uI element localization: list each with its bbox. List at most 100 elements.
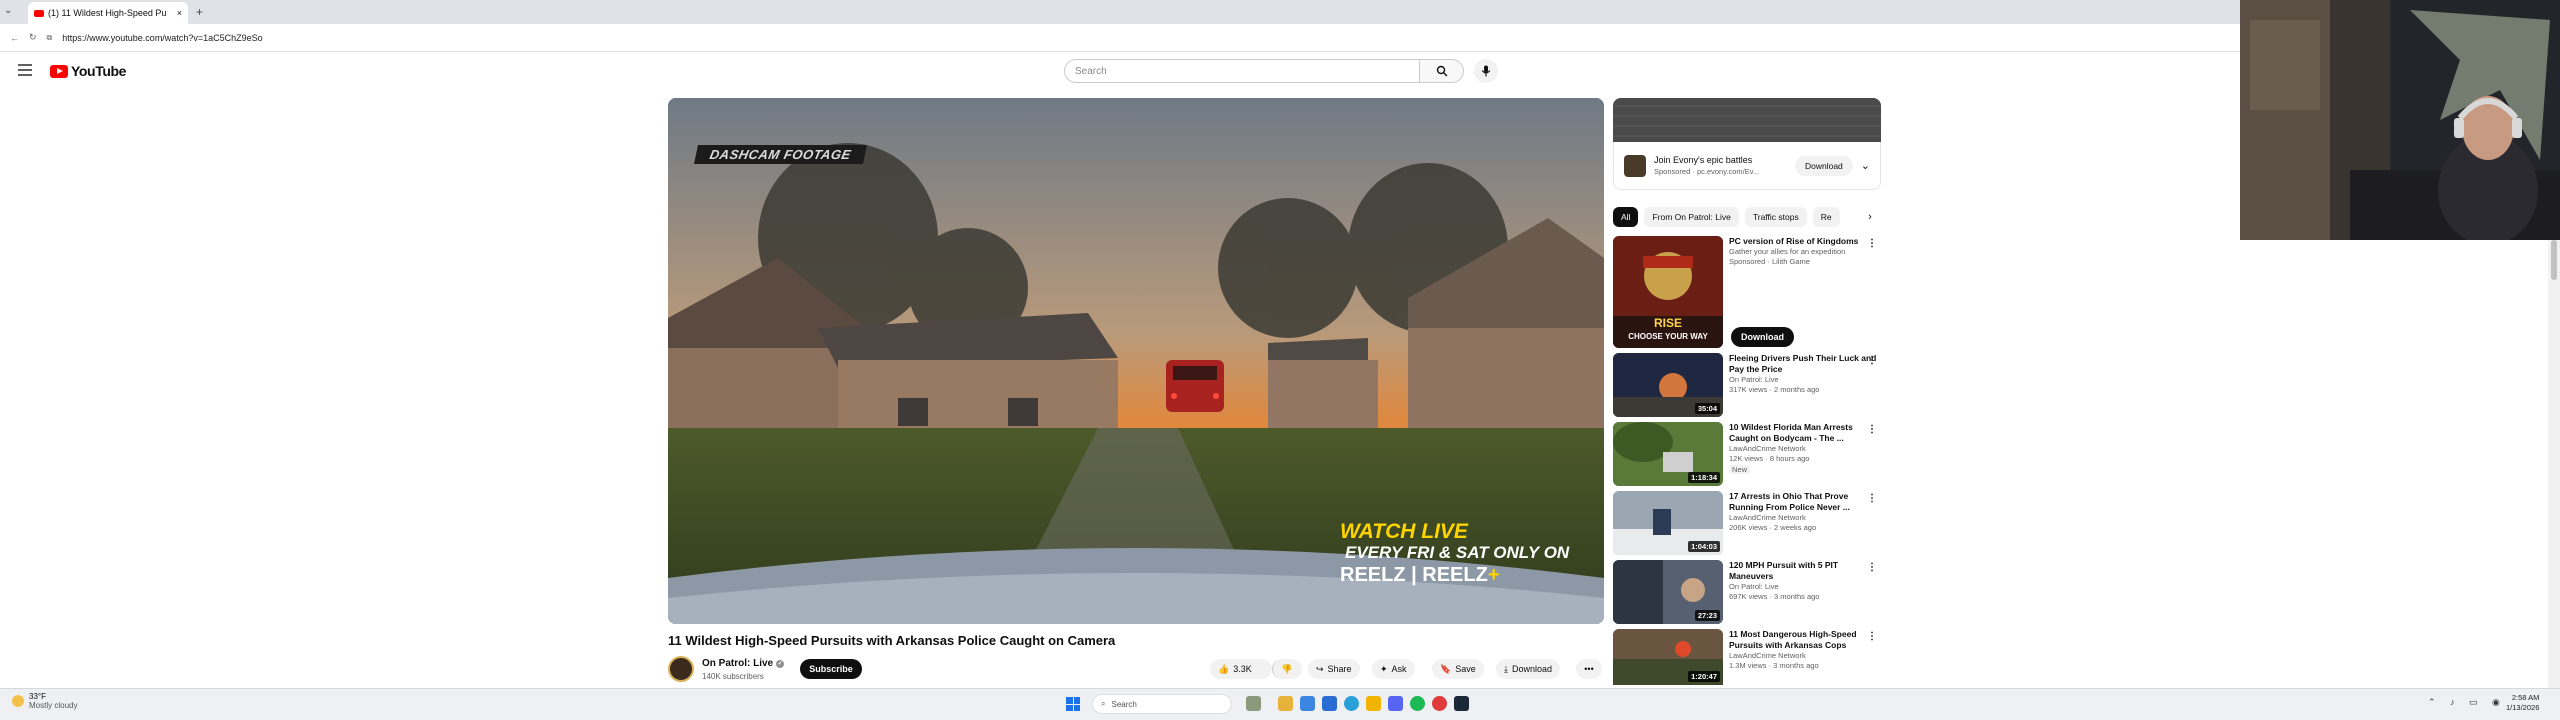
video-info: 17 Arrests in Ohio That Prove Running Fr… (1729, 491, 1881, 555)
url-field[interactable]: https://www.youtube.com/watch?v=1aC5ChZ9… (62, 33, 262, 43)
youtube-play-icon (50, 64, 68, 78)
scrollbar-thumb[interactable] (2551, 240, 2557, 280)
download-icon: ⤓ (1504, 663, 1508, 674)
video-thumbnail: 35:04 (1613, 353, 1723, 417)
tab-title: (1) 11 Wildest High-Speed Pu (48, 8, 167, 18)
video-meta: 1.3M views · 3 months ago (1729, 661, 1819, 670)
download-button[interactable]: ⤓ Download (1496, 659, 1561, 679)
video-title-link[interactable]: 10 Wildest Florida Man Arrests Caught on… (1729, 422, 1881, 444)
ad-card[interactable]: Join Evony's epic battles Sponsored · pc… (1613, 142, 1881, 190)
share-button[interactable]: ↪ Share (1308, 659, 1360, 679)
recommendation-item[interactable]: 1:04:03 17 Arrests in Ohio That Prove Ru… (1613, 491, 1881, 555)
more-vert-icon[interactable]: ⋮ (1867, 493, 1877, 504)
chip-related[interactable]: Re (1812, 207, 1840, 227)
bookmark-icon: 🔖 (1440, 663, 1452, 674)
more-vert-icon[interactable]: ⋮ (1867, 238, 1877, 249)
channel-name[interactable]: On Patrol: Live (1729, 375, 1881, 385)
recommendation-item[interactable]: 27:23 120 MPH Pursuit with 5 PIT Maneuve… (1613, 560, 1881, 624)
promo-download-button[interactable]: Download (1731, 327, 1794, 347)
site-info-icon[interactable]: ⧉ (47, 33, 53, 43)
video-title-link[interactable]: 11 Most Dangerous High-Speed Pursuits wi… (1729, 629, 1881, 651)
ad-download-button[interactable]: Download (1794, 155, 1853, 176)
more-vert-icon[interactable]: ⋮ (1867, 355, 1877, 366)
system-tray-icons[interactable]: ⌃ ♪ ▭ ◉ (2428, 697, 2506, 708)
video-meta: 12K views · 8 hours ago (1729, 454, 1810, 463)
dashcam-footage-tag: DASHCAM FOOTAGE (693, 145, 867, 164)
more-actions-button[interactable]: ••• (1576, 659, 1602, 679)
video-duration: 1:20:47 (1688, 671, 1720, 682)
ad-sponsor: Sponsored · pc.evony.com/Ev... (1654, 166, 1760, 176)
like-button[interactable]: 👍 3.3K (1210, 659, 1272, 679)
ask-button[interactable]: ✦ Ask (1372, 659, 1415, 679)
sparkle-icon: ✦ (1380, 663, 1388, 674)
youtube-logo[interactable]: YouTube (50, 63, 126, 79)
search-input[interactable]: Search (1064, 59, 1420, 83)
channel-name[interactable]: LawAndCrime Network (1729, 444, 1881, 454)
video-info: 120 MPH Pursuit with 5 PIT Maneuvers On … (1729, 560, 1881, 624)
dislike-button[interactable]: 👎 (1272, 659, 1302, 679)
edge-icon[interactable] (1300, 696, 1315, 711)
video-thumbnail: 1:04:03 (1613, 491, 1723, 555)
reload-icon[interactable]: ↻ (29, 32, 37, 43)
guide-menu-icon[interactable] (18, 64, 32, 76)
recommendation-item[interactable]: 1:20:47 11 Most Dangerous High-Speed Pur… (1613, 629, 1881, 685)
more-vert-icon[interactable]: ⋮ (1867, 424, 1877, 435)
promo-subtitle: Gather your allies for an expedition (1729, 247, 1846, 256)
subscribe-button[interactable]: Subscribe (800, 659, 862, 679)
browser-tab[interactable]: (1) 11 Wildest High-Speed Pu × (28, 2, 188, 24)
channel-name[interactable]: LawAndCrime Network (1729, 513, 1881, 523)
reelz-plus: + (1487, 564, 1500, 586)
recommendation-item[interactable]: 1:18:34 10 Wildest Florida Man Arrests C… (1613, 422, 1881, 486)
chip-from-channel[interactable]: From On Patrol: Live (1644, 207, 1739, 227)
new-tab-button[interactable]: + (196, 5, 203, 19)
youtube-logo-text: YouTube (71, 63, 127, 79)
chips-next-icon[interactable]: › (1860, 207, 1880, 227)
channel-avatar[interactable] (668, 656, 694, 682)
search-icon: ⌕ (1101, 699, 1106, 708)
channel-name[interactable]: LawAndCrime Network (1729, 651, 1881, 661)
ad-banner-image[interactable] (1613, 98, 1881, 142)
store-icon[interactable] (1322, 696, 1337, 711)
video-meta: 206K views · 2 weeks ago (1729, 523, 1817, 532)
search-button[interactable] (1420, 59, 1464, 83)
evony-logo (1624, 154, 1646, 177)
video-thumbnail: 1:20:47 (1613, 629, 1723, 685)
task-view-icon[interactable] (1246, 696, 1261, 711)
video-info: 10 Wildest Florida Man Arrests Caught on… (1729, 422, 1881, 486)
discord-icon[interactable] (1388, 696, 1403, 711)
promo-schedule: EVERY FRI & SAT ONLY ON (1345, 543, 1570, 562)
reelz-text: REELZ | REELZ (1340, 564, 1488, 586)
tab-close-icon[interactable]: × (177, 8, 182, 18)
voice-search-button[interactable] (1474, 59, 1498, 83)
save-button[interactable]: 🔖 Save (1432, 659, 1484, 679)
back-icon[interactable]: ← (10, 33, 19, 43)
video-title-link[interactable]: 120 MPH Pursuit with 5 PIT Maneuvers (1729, 560, 1881, 582)
spotify-icon[interactable] (1410, 696, 1425, 711)
video-title-link[interactable]: Fleeing Drivers Push Their Luck and Pay … (1729, 353, 1881, 375)
more-vert-icon[interactable]: ⋮ (1867, 631, 1877, 642)
channel-name[interactable]: On Patrol: Live (1729, 582, 1881, 592)
video-title: 11 Wildest High-Speed Pursuits with Arka… (668, 633, 1116, 648)
tab-list-icon[interactable]: ⌄ (4, 5, 12, 16)
chevron-down-icon[interactable]: ⌄ (1861, 159, 1870, 172)
video-title-link[interactable]: 17 Arrests in Ohio That Prove Running Fr… (1729, 491, 1881, 513)
taskbar-search[interactable]: ⌕ Search (1092, 694, 1232, 714)
save-label: Save (1455, 664, 1476, 674)
chip-all[interactable]: All (1613, 207, 1639, 227)
recommendation-item[interactable]: 35:04 Fleeing Drivers Push Their Luck an… (1613, 353, 1881, 417)
more-vert-icon[interactable]: ⋮ (1867, 562, 1877, 573)
file-explorer-icon[interactable] (1278, 696, 1293, 711)
folder-icon[interactable] (1366, 696, 1381, 711)
app-icon[interactable] (1432, 696, 1447, 711)
weather-widget[interactable]: 33°F Mostly cloudy (12, 692, 77, 710)
start-button[interactable] (1066, 697, 1080, 711)
video-info: Fleeing Drivers Push Their Luck and Pay … (1729, 353, 1881, 417)
taskbar-clock[interactable]: 2:58 AM 1/13/2026 (2506, 693, 2539, 713)
chip-traffic-stops[interactable]: Traffic stops (1744, 207, 1807, 227)
microphone-icon (1481, 65, 1491, 77)
chrome-icon[interactable] (1344, 696, 1359, 711)
promo-thumb-title: RISE (1653, 316, 1682, 330)
steam-icon[interactable] (1454, 696, 1469, 711)
channel-name[interactable]: On Patrol: Live ✓ (702, 658, 785, 669)
download-label: Download (1511, 664, 1553, 674)
